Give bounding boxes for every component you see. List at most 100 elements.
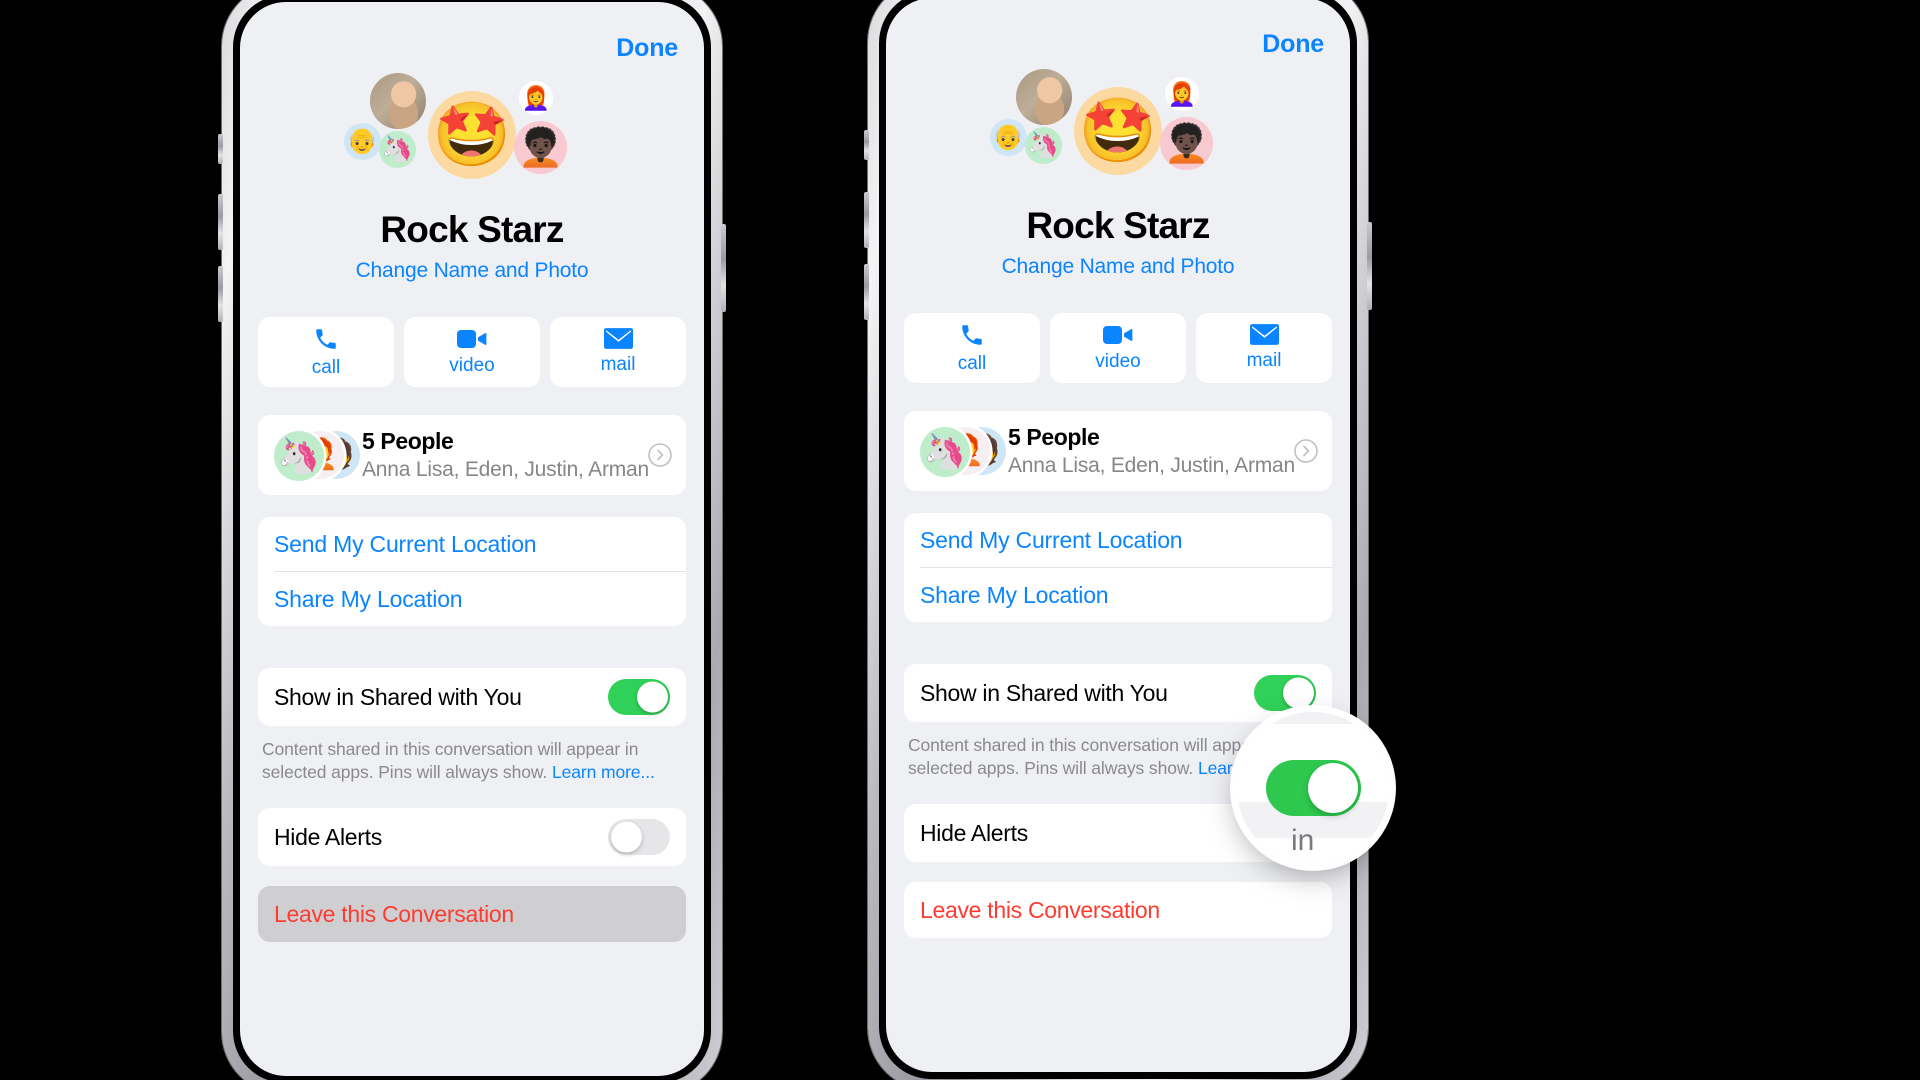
toggle-knob [636,681,668,713]
mail-action-button[interactable]: mail [1196,313,1332,383]
show-in-shared-with-you-toggle[interactable] [1254,675,1316,711]
change-name-and-photo-link[interactable]: Change Name and Photo [240,259,704,283]
mail-action-button[interactable]: mail [550,317,686,387]
hide-alerts-toggle[interactable] [608,819,670,856]
phone-left-volume-up[interactable] [218,194,223,250]
envelope-icon [603,328,633,349]
toggle-knob-magnified [1307,763,1358,813]
show-in-shared-with-you-label: Show in Shared with You [274,683,522,710]
shared-with-you-card: Show in Shared with You [258,668,686,726]
phone-left-screen: Done 🤩 👴 🦄 👩‍🦰 � [240,2,704,1076]
shared-with-you-footnote: Content shared in this conversation will… [262,738,678,784]
mail-action-label: mail [1246,350,1282,371]
top-bar-left: Done [240,2,704,63]
hide-alerts-card: Hide Alerts [258,808,686,867]
change-name-and-photo-link[interactable]: Change Name and Photo [886,255,1350,279]
toggle-knob [1282,677,1314,709]
leave-conversation-card[interactable]: Leave this Conversation [258,886,686,943]
chevron-right-icon[interactable] [648,443,672,467]
screenshot-root: Done 🤩 👴 🦄 👩‍🦰 � [0,0,1920,1080]
hide-alerts-row[interactable]: Hide Alerts [258,808,686,866]
done-button[interactable]: Done [1262,30,1324,59]
people-card: 🧑 🧑‍🦰 🦄 5 People Anna Lisa, Eden, Justin… [258,415,686,495]
location-card: Send My Current Location Share My Locati… [258,517,686,626]
learn-more-link[interactable]: Learn more... [552,762,655,782]
avatar-memoji-glasses: 👴 [344,123,381,160]
phone-icon [962,324,982,345]
chevron-right-icon[interactable] [1294,439,1318,463]
send-my-current-location-row[interactable]: Send My Current Location [258,517,686,571]
group-photo-emoji[interactable]: 🤩 [428,91,516,179]
avatar-cluster-right: 🤩 👴 🦄 👩‍🦰 🧑🏿‍🦱 [988,69,1248,199]
phone-right-mute-switch[interactable] [864,130,869,160]
done-button[interactable]: Done [616,34,678,63]
avatar-cluster-left: 🤩 👴 🦄 👩‍🦰 🧑🏿‍🦱 [342,73,602,203]
avatar-photo-woman [1016,69,1072,125]
video-camera-icon [457,329,487,348]
leave-conversation-label: Leave this Conversation [274,900,514,927]
video-camera-icon [1103,325,1133,344]
avatar-memoji-unicorn: 🦄 [1025,127,1062,164]
group-name-title: Rock Starz [1026,205,1210,246]
people-card: 🧑 🧑‍🦰 🦄 5 People Anna Lisa, Eden, Justin… [904,411,1332,491]
video-action-label: video [449,354,495,376]
avatar-memoji-pink-hair: 👩‍🦰 [1165,77,1199,111]
phone-right-power[interactable] [1367,222,1372,310]
leave-conversation-row[interactable]: Leave this Conversation [258,886,686,942]
people-text-block: 5 People Anna Lisa, Eden, Justin, Arman.… [1008,424,1294,478]
call-action-label: call [957,352,987,374]
mail-action-label: mail [600,354,636,375]
video-action-button[interactable]: video [404,317,540,387]
call-action-button[interactable]: call [904,313,1040,383]
call-action-button[interactable]: call [258,317,394,387]
avatar-memoji-sunglasses: 🧑🏿‍🦱 [1160,117,1213,170]
avatar-stack-unicorn: 🦄 [920,427,970,477]
hide-alerts-toggle-magnified[interactable] [1265,760,1361,816]
video-action-label: video [1095,350,1141,372]
send-my-current-location-row[interactable]: Send My Current Location [904,513,1332,567]
people-avatar-stack: 🧑 🧑‍🦰 🦄 [274,429,360,481]
people-avatar-stack: 🧑 🧑‍🦰 🦄 [920,425,1006,477]
phone-icon [316,328,336,349]
people-row[interactable]: 🧑 🧑‍🦰 🦄 5 People Anna Lisa, Eden, Justin… [258,415,686,495]
phone-right: Done 🤩 👴 🦄 👩‍🦰 🧑🏿‍🦱 Rock Starz Change Na… [864,0,1372,1080]
show-in-shared-with-you-row[interactable]: Show in Shared with You [258,668,686,726]
people-names-label: Anna Lisa, Eden, Justin, Arman... [1008,454,1294,477]
phone-left-mute-switch[interactable] [218,134,223,164]
phone-left-volume-down[interactable] [218,266,223,322]
avatar-stack-unicorn: 🦄 [274,431,324,481]
people-count-label: 5 People [1008,424,1100,450]
people-count-label: 5 People [362,428,454,454]
magnifier-callout: in [1237,712,1389,864]
call-action-label: call [311,356,341,378]
group-photo-emoji[interactable]: 🤩 [1074,87,1162,175]
avatar-memoji-sunglasses: 🧑🏿‍🦱 [514,121,567,174]
people-names-label: Anna Lisa, Eden, Justin, Arman... [362,458,648,481]
phone-right-screen: Done 🤩 👴 🦄 👩‍🦰 🧑🏿‍🦱 Rock Starz Change Na… [886,0,1350,1072]
people-row[interactable]: 🧑 🧑‍🦰 🦄 5 People Anna Lisa, Eden, Justin… [904,411,1332,491]
show-in-shared-with-you-toggle[interactable] [608,679,670,715]
leave-conversation-card[interactable]: Leave this Conversation [904,882,1332,939]
envelope-icon [1249,324,1279,345]
phone-left-bezel: Done 🤩 👴 🦄 👩‍🦰 � [233,0,711,1080]
video-action-button[interactable]: video [1050,313,1186,383]
group-name-title: Rock Starz [380,209,564,250]
location-card: Send My Current Location Share My Locati… [904,513,1332,622]
phone-right-volume-down[interactable] [864,264,869,320]
share-my-location-row[interactable]: Share My Location [258,572,686,626]
avatar-memoji-unicorn: 🦄 [379,131,416,168]
show-in-shared-with-you-label: Show in Shared with You [920,679,1168,706]
toggle-knob [610,821,642,853]
quick-actions-row: call video mail [258,317,686,387]
share-my-location-row[interactable]: Share My Location [904,568,1332,622]
hide-alerts-label: Hide Alerts [920,819,1028,846]
leave-conversation-label: Leave this Conversation [920,896,1160,923]
avatar-photo-woman [370,73,426,129]
hide-alerts-label: Hide Alerts [274,823,382,850]
people-text-block: 5 People Anna Lisa, Eden, Justin, Arman.… [362,428,648,482]
leave-conversation-row[interactable]: Leave this Conversation [904,882,1332,938]
phone-left-power[interactable] [721,224,726,312]
phone-left: Done 🤩 👴 🦄 👩‍🦰 � [218,0,726,1080]
phone-right-volume-up[interactable] [864,192,869,248]
phone-right-bezel: Done 🤩 👴 🦄 👩‍🦰 🧑🏿‍🦱 Rock Starz Change Na… [879,0,1357,1079]
